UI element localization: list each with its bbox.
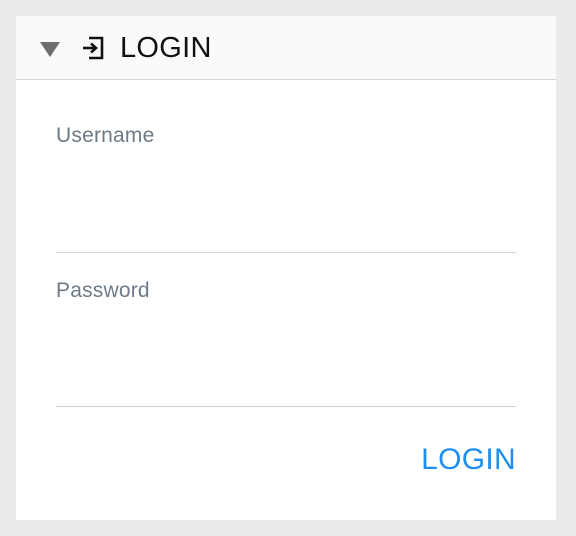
caret-down-icon[interactable] xyxy=(38,40,62,58)
login-panel: LOGIN Username Password LOGIN xyxy=(16,16,556,520)
login-icon xyxy=(82,35,106,61)
password-input[interactable] xyxy=(56,367,516,407)
panel-title: LOGIN xyxy=(120,32,212,64)
password-label: Password xyxy=(56,279,150,302)
username-label: Username xyxy=(56,124,155,147)
login-button[interactable]: LOGIN xyxy=(408,440,516,480)
username-input[interactable] xyxy=(56,213,516,253)
panel-header: LOGIN xyxy=(16,16,556,80)
